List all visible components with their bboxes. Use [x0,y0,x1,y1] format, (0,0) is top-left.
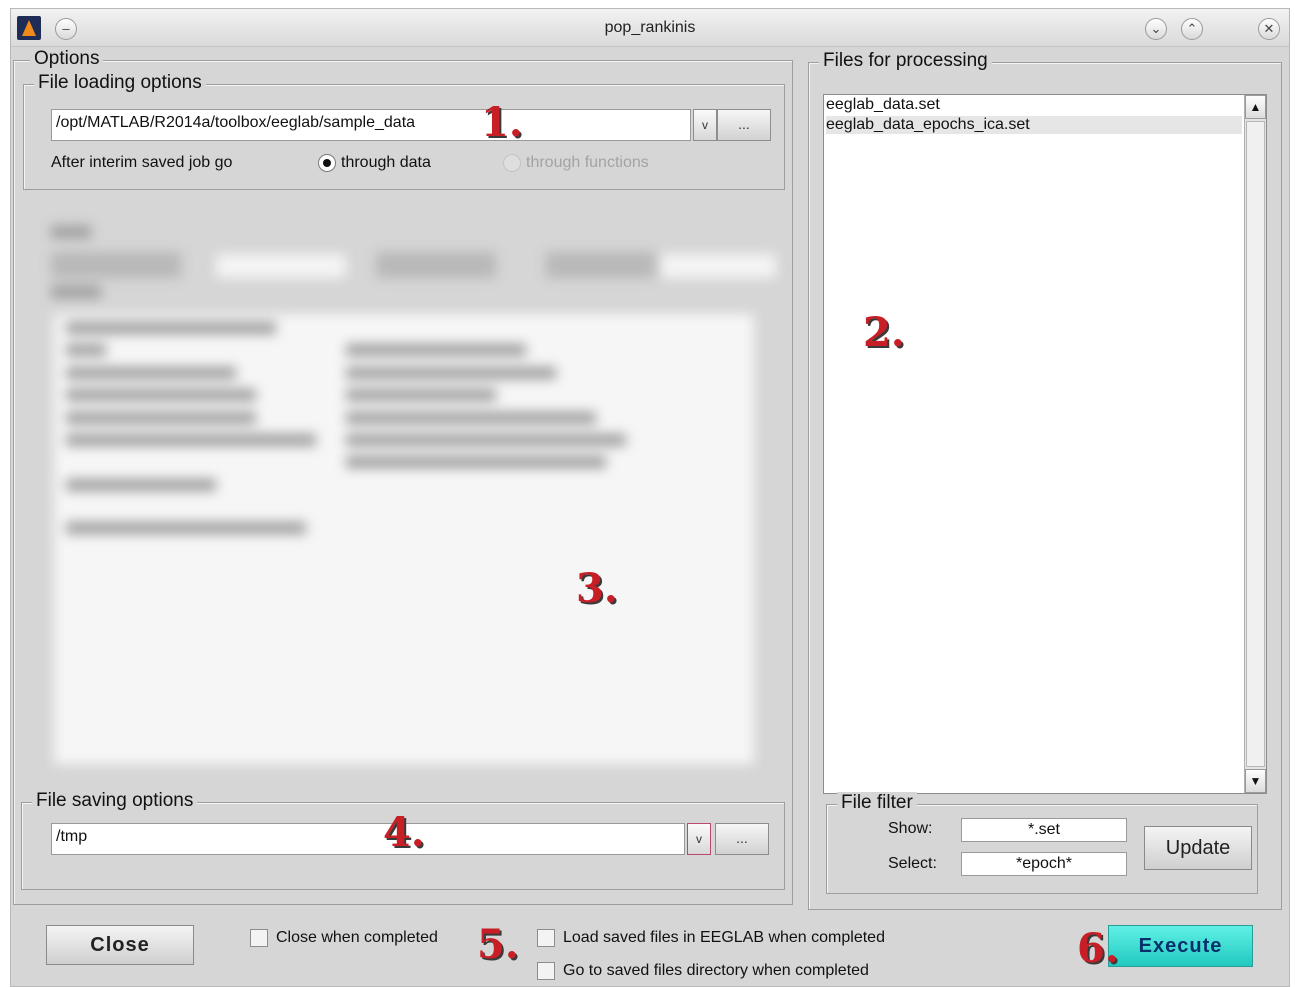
scroll-down-arrow-icon[interactable]: ▼ [1245,769,1266,793]
file-list-item[interactable]: eeglab_data_epochs_ica.set [826,116,1242,134]
load-path-browse-button[interactable]: ... [717,109,771,141]
go-to-saved-dir-checkbox[interactable] [537,962,555,980]
file-listbox[interactable]: eeglab_data.set eeglab_data_epochs_ica.s… [823,94,1267,794]
chevron-down-icon[interactable]: ⌄ [1145,18,1167,40]
title-bar: – pop_rankinis ⌄ ⌃ ✕ [11,9,1289,47]
load-saved-files-checkbox[interactable] [537,929,555,947]
scroll-up-arrow-icon[interactable]: ▲ [1245,95,1266,119]
annotation-3: 3. [576,565,618,612]
file-list-item[interactable]: eeglab_data.set [826,96,1242,114]
annotation-5: 5. [477,921,519,968]
window-title: pop_rankinis [604,19,696,36]
annotation-6: 6. [1077,925,1119,972]
load-path-dropdown-button[interactable]: v [693,109,717,141]
file-loading-options-title: File loading options [34,72,206,94]
load-saved-files-label: Load saved files in EEGLAB when complete… [563,929,885,946]
through-functions-radio [503,154,521,172]
scroll-thumb[interactable] [1246,121,1265,767]
execute-button[interactable]: Execute [1108,925,1253,967]
select-filter-input[interactable]: *epoch* [961,852,1127,876]
files-for-processing-title: Files for processing [819,50,992,72]
file-filter-title: File filter [837,792,917,814]
close-button[interactable]: Close [46,925,194,965]
options-panel-title: Options [30,48,104,70]
through-data-radio[interactable] [318,154,336,172]
annotation-2: 2. [863,309,905,356]
file-list-scrollbar[interactable]: ▲ ▼ [1244,95,1266,793]
blurred-function-settings [46,214,776,774]
close-icon[interactable]: ✕ [1258,18,1280,40]
show-filter-input[interactable]: *.set [961,818,1127,842]
save-path-browse-button[interactable]: ... [715,823,769,855]
file-saving-options-title: File saving options [32,790,198,812]
save-path-dropdown-button[interactable]: v [687,823,711,855]
close-when-completed-label: Close when completed [276,929,438,946]
annotation-1: 1. [481,99,523,146]
through-data-label: through data [341,154,431,171]
interim-job-label: After interim saved job go [51,154,233,171]
show-filter-label: Show: [888,820,933,837]
through-functions-label: through functions [526,154,649,171]
go-to-saved-dir-label: Go to saved files directory when complet… [563,962,869,979]
update-button[interactable]: Update [1144,826,1252,870]
load-path-input[interactable]: /opt/MATLAB/R2014a/toolbox/eeglab/sample… [51,109,691,141]
pop-rankinis-window: – pop_rankinis ⌄ ⌃ ✕ Options File loadin… [10,8,1290,987]
annotation-4: 4. [383,809,425,856]
save-path-input[interactable]: /tmp [51,823,685,855]
chevron-up-icon[interactable]: ⌃ [1181,18,1203,40]
close-when-completed-checkbox[interactable] [250,929,268,947]
select-filter-label: Select: [888,855,937,872]
